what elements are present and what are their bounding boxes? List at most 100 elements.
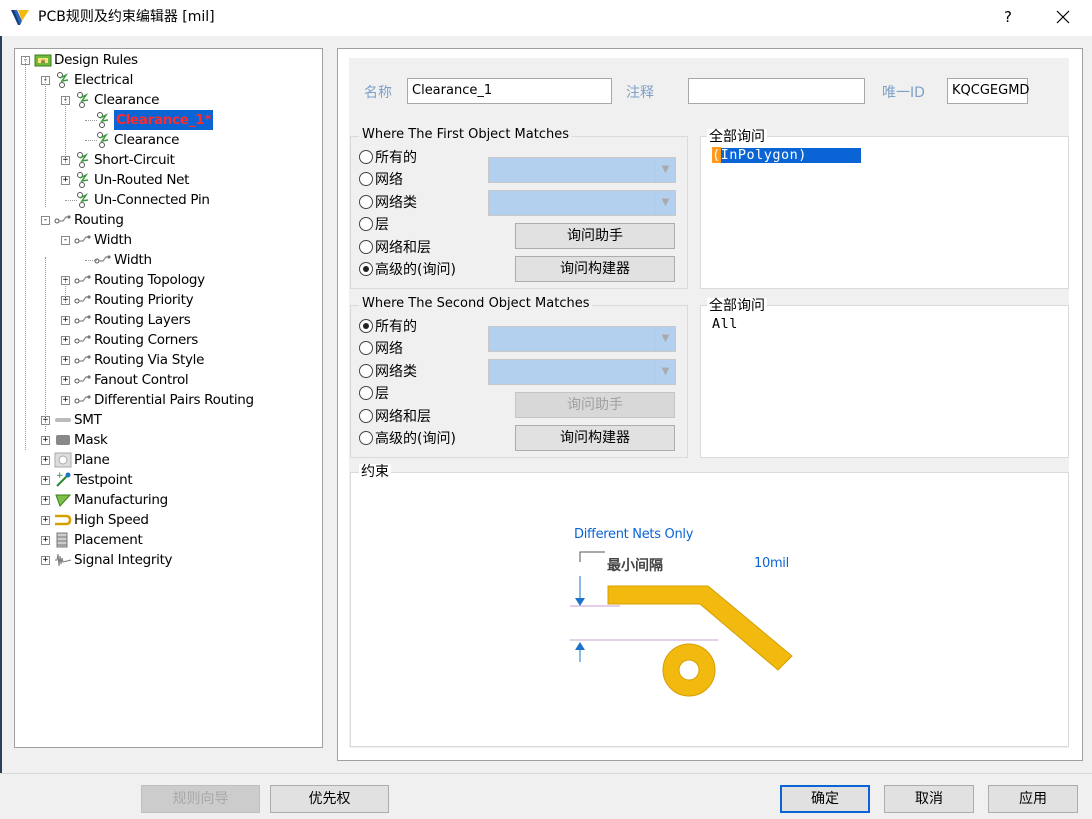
first-option-radio[interactable]: 网络和层 (359, 238, 431, 258)
radio-indicator[interactable] (359, 319, 373, 333)
cancel-button[interactable]: 取消 (884, 785, 974, 813)
expand-icon[interactable]: + (61, 176, 70, 185)
expand-icon[interactable]: + (41, 516, 50, 525)
tree-item[interactable]: + + Testpoint (15, 470, 322, 490)
radio-indicator[interactable] (359, 217, 373, 231)
first-query-text[interactable]: (InPolygon) (712, 147, 861, 163)
tree-item[interactable]: + High Speed (15, 510, 322, 530)
second-option-radio[interactable]: 层 (359, 384, 389, 404)
first-query-box[interactable]: 全部询问 (InPolygon) (700, 129, 1069, 289)
first-option-radio[interactable]: 所有的 (359, 148, 417, 168)
tree-item[interactable]: + Routing Via Style (15, 350, 322, 370)
priority-button[interactable]: 优先权 (270, 785, 389, 813)
tree-connector (65, 277, 66, 303)
tree-item[interactable]: + Plane (15, 450, 322, 470)
expand-icon[interactable]: + (61, 376, 70, 385)
chevron-down-icon: ▼ (655, 360, 675, 384)
expand-icon[interactable]: + (61, 316, 70, 325)
tree-item[interactable]: + Routing Topology (15, 270, 322, 290)
tree-item[interactable]: Clearance_1* (15, 110, 322, 130)
expand-icon[interactable]: + (61, 336, 70, 345)
expand-icon[interactable]: + (61, 356, 70, 365)
net-scope-link[interactable]: Different Nets Only (574, 527, 693, 542)
first-query-helper-button[interactable]: 询问助手 (515, 223, 675, 249)
tree-item[interactable]: + Differential Pairs Routing (15, 390, 322, 410)
tree-item[interactable]: + Un-Routed Net (15, 170, 322, 190)
second-option-radio[interactable]: 网络和层 (359, 407, 431, 427)
ok-button[interactable]: 确定 (780, 785, 870, 813)
radio-indicator[interactable] (359, 240, 373, 254)
second-option-radio[interactable]: 高级的(询问) (359, 429, 456, 449)
tree-connector (25, 57, 26, 450)
apply-button[interactable]: 应用 (988, 785, 1078, 813)
tree-item[interactable]: - Electrical (15, 70, 322, 90)
tree-item[interactable]: + SMT (15, 410, 322, 430)
radio-indicator[interactable] (359, 172, 373, 186)
expand-icon[interactable]: + (41, 556, 50, 565)
tree-item[interactable]: + Mask (15, 430, 322, 450)
tree-connector (45, 257, 46, 431)
expand-icon[interactable]: + (41, 476, 50, 485)
first-option-radio[interactable]: 网络 (359, 170, 403, 190)
radio-label: 高级的(询问) (375, 431, 456, 447)
tree-item[interactable]: + Routing Corners (15, 330, 322, 350)
second-query-builder-button[interactable]: 询问构建器 (515, 425, 675, 451)
tree-item[interactable]: Un-Connected Pin (15, 190, 322, 210)
tree-item-label: Routing Topology (94, 272, 205, 288)
tree-item[interactable]: - Clearance (15, 90, 322, 110)
first-netclass-combo: ▼ (488, 190, 676, 216)
expand-icon[interactable]: + (41, 536, 50, 545)
second-option-radio[interactable]: 所有的 (359, 317, 417, 337)
radio-indicator[interactable] (359, 150, 373, 164)
radio-indicator[interactable] (359, 262, 373, 276)
help-button[interactable]: ? (994, 6, 1022, 28)
name-label: 名称 (364, 85, 392, 101)
tree-item-label: Placement (74, 532, 143, 548)
close-icon[interactable] (1048, 4, 1078, 30)
comment-field[interactable] (688, 78, 865, 104)
expand-icon[interactable]: + (41, 456, 50, 465)
first-option-radio[interactable]: 层 (359, 215, 389, 235)
radio-indicator[interactable] (359, 341, 373, 355)
chevron-down-icon: ▼ (655, 158, 675, 182)
constraint-title: 约束 (359, 464, 391, 480)
first-option-radio[interactable]: 网络类 (359, 193, 417, 213)
radio-indicator[interactable] (359, 431, 373, 445)
tree-item[interactable]: - ≡ Design Rules (15, 50, 322, 70)
collapse-icon[interactable]: - (41, 216, 50, 225)
second-query-box[interactable]: 全部询问 All (700, 298, 1069, 458)
radio-indicator[interactable] (359, 195, 373, 209)
second-option-radio[interactable]: 网络类 (359, 362, 417, 382)
second-option-radio[interactable]: 网络 (359, 339, 403, 359)
tree-item[interactable]: - Width (15, 230, 322, 250)
first-query-builder-button[interactable]: 询问构建器 (515, 256, 675, 282)
radio-indicator[interactable] (359, 364, 373, 378)
tree-item[interactable]: + Signal Integrity (15, 550, 322, 570)
expand-icon[interactable]: + (41, 496, 50, 505)
tree-item-label: SMT (74, 412, 102, 428)
tree-item[interactable]: Clearance (15, 130, 322, 150)
uid-field[interactable]: KQCGEGMD (947, 78, 1029, 104)
expand-icon[interactable]: + (41, 436, 50, 445)
tree-item[interactable]: + Placement (15, 530, 322, 550)
tree-item[interactable]: + Short-Circuit (15, 150, 322, 170)
name-field[interactable]: Clearance_1 (407, 78, 612, 104)
tree-item[interactable]: + Routing Priority (15, 290, 322, 310)
routing-icon (54, 215, 71, 224)
tree-item[interactable]: Width (15, 250, 322, 270)
tree-item[interactable]: + Routing Layers (15, 310, 322, 330)
expand-icon[interactable]: + (61, 396, 70, 405)
tree-item-label: Signal Integrity (74, 552, 173, 568)
first-option-radio[interactable]: 高级的(询问) (359, 260, 456, 280)
rules-tree[interactable]: - ≡ Design Rules - Electrical - Clearance Clear… (14, 48, 323, 748)
radio-indicator[interactable] (359, 409, 373, 423)
fanout-control-icon (74, 375, 91, 384)
tree-item[interactable]: + Fanout Control (15, 370, 322, 390)
radio-indicator[interactable] (359, 386, 373, 400)
collapse-icon[interactable]: - (61, 236, 70, 245)
tree-item-label: Clearance (114, 132, 180, 148)
second-query-text[interactable]: All (712, 317, 738, 332)
radio-label: 网络和层 (375, 409, 431, 425)
tree-item[interactable]: - Routing (15, 210, 322, 230)
tree-item[interactable]: + Manufacturing (15, 490, 322, 510)
